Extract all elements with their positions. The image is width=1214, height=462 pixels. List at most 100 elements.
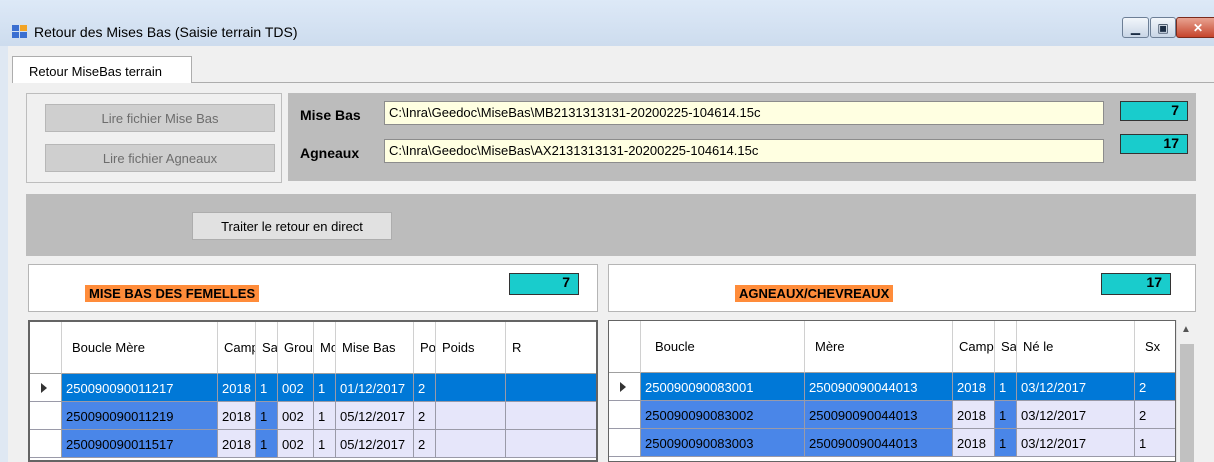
cell-boucle[interactable]: 250090090083002 — [641, 401, 805, 429]
file-buttons-group: Lire fichier Mise Bas Lire fichier Agnea… — [26, 93, 282, 183]
col-header-boucle[interactable]: Boucle — [641, 321, 805, 373]
row-selector[interactable] — [609, 429, 641, 457]
agneaux-path-field[interactable]: C:\Inra\Geedoc\MiseBas\AX2131313131-2020… — [384, 139, 1104, 163]
cell-boucle[interactable]: 250090090083003 — [641, 429, 805, 457]
cell-groupe[interactable]: 002 — [278, 402, 314, 430]
col-header-poids[interactable]: Poids — [436, 322, 506, 374]
col-header-groupe[interactable]: Grou — [278, 322, 314, 374]
right-panel-title: AGNEAUX/CHEVREAUX — [735, 285, 894, 302]
mise-bas-label: Mise Bas — [300, 107, 361, 123]
cell-mode[interactable]: 1 — [314, 430, 336, 458]
cell-portee[interactable]: 2 — [414, 430, 436, 458]
cell-saison[interactable]: 1 — [256, 374, 278, 402]
maximize-icon: ▣ — [1157, 20, 1169, 35]
file-paths-panel: Mise Bas C:\Inra\Geedoc\MiseBas\MB213131… — [288, 93, 1196, 181]
action-bar: Traiter le retour en direct — [26, 194, 1196, 256]
cell-poids[interactable] — [436, 430, 506, 458]
process-direct-button[interactable]: Traiter le retour en direct — [192, 212, 392, 240]
cell-mere[interactable]: 250090090044013 — [805, 429, 953, 457]
cell-saison[interactable]: 1 — [995, 429, 1017, 457]
read-birth-file-button[interactable]: Lire fichier Mise Bas — [45, 104, 275, 132]
cell-campagne[interactable]: 2018 — [218, 402, 256, 430]
cell-mode[interactable]: 1 — [314, 374, 336, 402]
col-header-mere[interactable]: Mère — [805, 321, 953, 373]
cell-mode[interactable]: 1 — [314, 402, 336, 430]
cell-mere[interactable]: 250090090044013 — [805, 373, 953, 401]
current-row-icon — [41, 383, 47, 393]
cell-boucle-mere[interactable]: 250090090011217 — [62, 374, 218, 402]
current-row-icon — [620, 382, 626, 392]
col-header-r[interactable]: R — [506, 322, 596, 374]
right-panel-count: 17 — [1101, 273, 1171, 295]
row-selector[interactable] — [30, 430, 62, 458]
col-header-saison[interactable]: Sa — [256, 322, 278, 374]
row-header-corner — [30, 322, 62, 374]
cell-poids[interactable] — [436, 374, 506, 402]
scroll-up-icon[interactable]: ▲ — [1181, 324, 1191, 335]
cell-campagne[interactable]: 2018 — [953, 373, 995, 401]
cell-mise-bas[interactable]: 01/12/2017 — [336, 374, 414, 402]
cell-campagne[interactable]: 2018 — [953, 429, 995, 457]
scrollbar-thumb[interactable] — [1180, 344, 1194, 462]
row-selector[interactable] — [30, 402, 62, 430]
cell-groupe[interactable]: 002 — [278, 374, 314, 402]
tab-retour-misebas[interactable]: Retour MiseBas terrain — [12, 56, 192, 83]
agneaux-count: 17 — [1120, 134, 1188, 154]
cell-saison[interactable]: 1 — [995, 373, 1017, 401]
lambs-grid-scrollbar[interactable]: ▲ — [1176, 320, 1196, 462]
cell-r[interactable] — [506, 430, 596, 458]
cell-mise-bas[interactable]: 05/12/2017 — [336, 402, 414, 430]
cell-campagne[interactable]: 2018 — [218, 430, 256, 458]
cell-sexe[interactable]: 1 — [1135, 429, 1175, 457]
title-bar: Retour des Mises Bas (Saisie terrain TDS… — [0, 0, 1214, 46]
col-header-sexe[interactable]: Sx — [1135, 321, 1175, 373]
right-panel-header: AGNEAUX/CHEVREAUX 17 — [608, 264, 1196, 312]
births-grid[interactable]: Boucle Mère Campa Sa Grou Mo Mise Bas Po… — [28, 320, 598, 462]
cell-r[interactable] — [506, 402, 596, 430]
cell-boucle-mere[interactable]: 250090090011517 — [62, 430, 218, 458]
cell-groupe[interactable]: 002 — [278, 430, 314, 458]
col-header-campagne[interactable]: Campa — [218, 322, 256, 374]
close-icon: ✕ — [1192, 20, 1204, 35]
read-lambs-file-button[interactable]: Lire fichier Agneaux — [45, 144, 275, 172]
cell-ne-le[interactable]: 03/12/2017 — [1017, 401, 1135, 429]
cell-saison[interactable]: 1 — [256, 430, 278, 458]
cell-campagne[interactable]: 2018 — [218, 374, 256, 402]
cell-portee[interactable]: 2 — [414, 374, 436, 402]
cell-sexe[interactable]: 2 — [1135, 373, 1175, 401]
minimize-button[interactable]: ▁ — [1122, 17, 1149, 38]
window-title: Retour des Mises Bas (Saisie terrain TDS… — [34, 24, 298, 40]
cell-boucle[interactable]: 250090090083001 — [641, 373, 805, 401]
cell-boucle-mere[interactable]: 250090090011219 — [62, 402, 218, 430]
cell-r[interactable] — [506, 374, 596, 402]
cell-ne-le[interactable]: 03/12/2017 — [1017, 429, 1135, 457]
close-button[interactable]: ✕ — [1176, 17, 1214, 38]
col-header-boucle-mere[interactable]: Boucle Mère — [62, 322, 218, 374]
app-icon — [12, 25, 28, 39]
cell-mere[interactable]: 250090090044013 — [805, 401, 953, 429]
col-header-campagne[interactable]: Campa — [953, 321, 995, 373]
cell-sexe[interactable]: 2 — [1135, 401, 1175, 429]
row-selector[interactable] — [609, 401, 641, 429]
col-header-saison[interactable]: Sa — [995, 321, 1017, 373]
mise-bas-count: 7 — [1120, 101, 1188, 121]
col-header-mise-bas[interactable]: Mise Bas — [336, 322, 414, 374]
agneaux-label: Agneaux — [300, 145, 360, 161]
cell-mise-bas[interactable]: 05/12/2017 — [336, 430, 414, 458]
col-header-mode[interactable]: Mo — [314, 322, 336, 374]
cell-ne-le[interactable]: 03/12/2017 — [1017, 373, 1135, 401]
lambs-grid[interactable]: Boucle Mère Campa Sa Né le Sx 2500900900… — [608, 320, 1176, 462]
cell-poids[interactable] — [436, 402, 506, 430]
cell-saison[interactable]: 1 — [256, 402, 278, 430]
cell-portee[interactable]: 2 — [414, 402, 436, 430]
row-header-corner — [609, 321, 641, 373]
cell-campagne[interactable]: 2018 — [953, 401, 995, 429]
col-header-ne-le[interactable]: Né le — [1017, 321, 1135, 373]
cell-saison[interactable]: 1 — [995, 401, 1017, 429]
col-header-portee[interactable]: Po — [414, 322, 436, 374]
row-selector[interactable] — [609, 373, 641, 401]
mise-bas-path-field[interactable]: C:\Inra\Geedoc\MiseBas\MB2131313131-2020… — [384, 101, 1104, 125]
left-panel-header: MISE BAS DES FEMELLES 7 — [28, 264, 598, 312]
maximize-button[interactable]: ▣ — [1150, 17, 1176, 38]
row-selector[interactable] — [30, 374, 62, 402]
